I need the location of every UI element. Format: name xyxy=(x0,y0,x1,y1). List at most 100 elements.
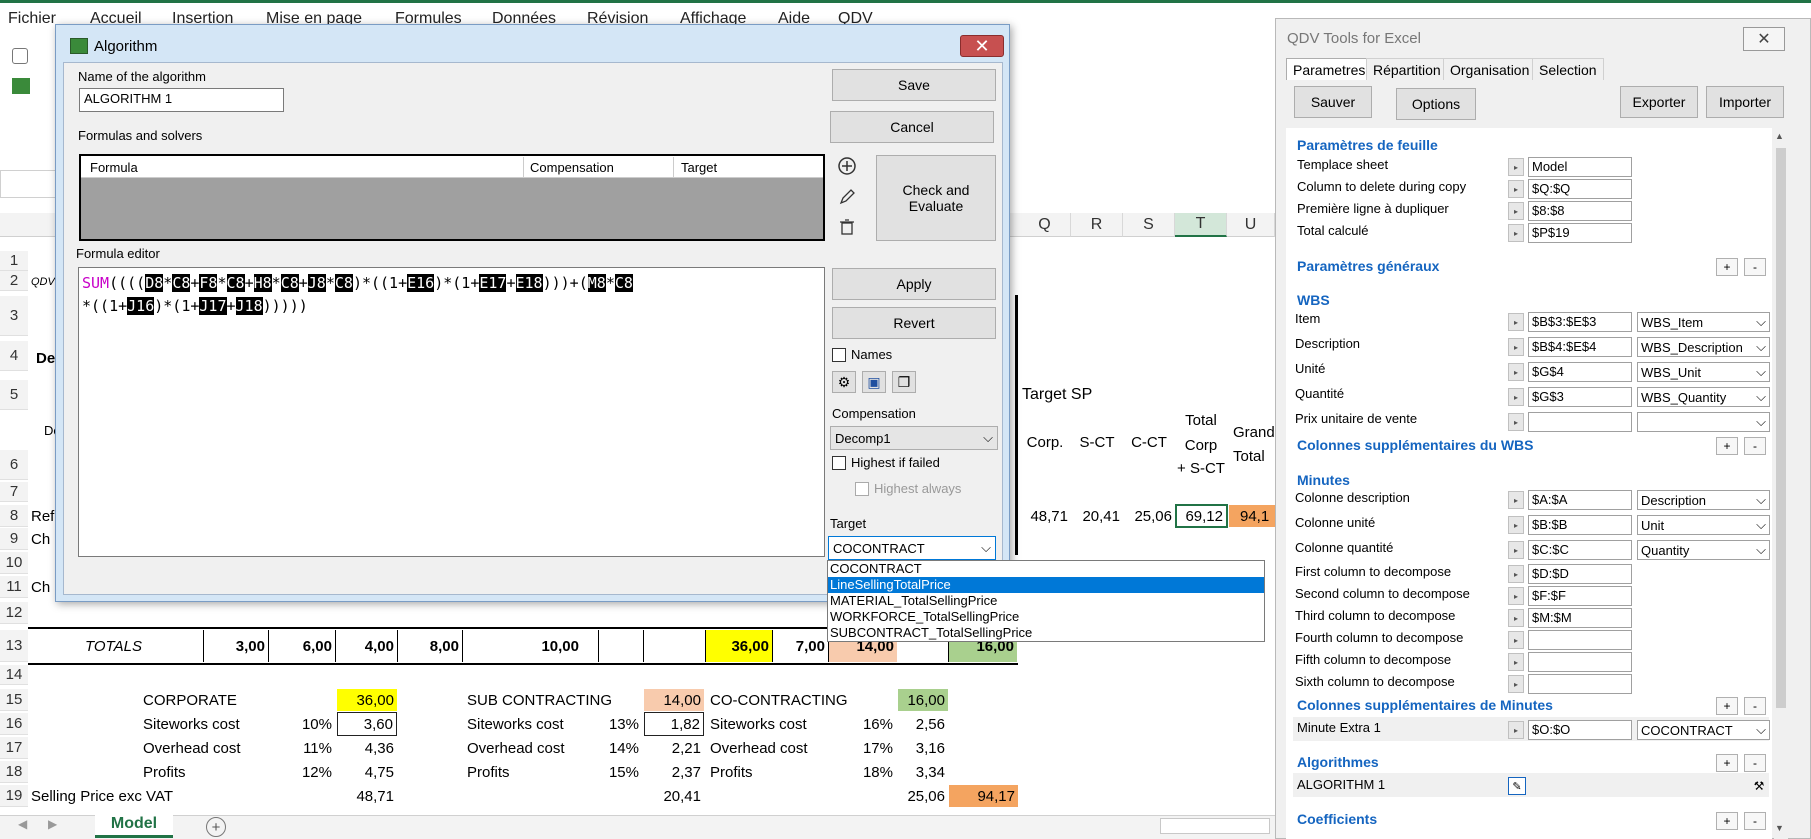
first-decompose-input[interactable]: $D:$D xyxy=(1528,564,1632,584)
horizontal-scrollbar[interactable] xyxy=(1160,818,1270,834)
row-header-19[interactable]: 19 xyxy=(0,785,28,807)
collapse-minus-icon[interactable]: - xyxy=(1744,437,1766,455)
tab-organisation[interactable]: Organisation xyxy=(1443,58,1537,80)
cell-sp-corporate[interactable]: 48,71 xyxy=(337,785,397,807)
cell-overhead-label-2[interactable]: Overhead cost xyxy=(467,737,565,759)
select-range-icon[interactable]: ▸ xyxy=(1508,675,1524,693)
cell-total-k[interactable]: 36,00 xyxy=(705,630,772,662)
select-range-icon[interactable]: ▸ xyxy=(1508,587,1524,605)
template-sheet-input[interactable]: Model xyxy=(1528,157,1632,177)
select-range-icon[interactable]: ▸ xyxy=(1508,631,1524,649)
tab-repartition[interactable]: Répartition xyxy=(1366,58,1448,80)
cell-header-total-1[interactable]: Total xyxy=(1175,410,1227,430)
formula-editor[interactable]: SUM((((D8*C8+F8*C8+H8*C8+J8*C8)*((1+E16)… xyxy=(78,267,825,557)
target-select[interactable]: COCONTRACT ⌵ xyxy=(828,536,996,560)
cell-siteworks-label-2[interactable]: Siteworks cost xyxy=(467,713,564,735)
minutes-quantity-select[interactable]: Quantity ⌵ xyxy=(1637,540,1770,560)
scroll-up-icon[interactable]: ▲ xyxy=(1775,131,1784,141)
row-header-13[interactable]: 13 xyxy=(0,630,28,662)
cell-c-pr-pct[interactable]: 12% xyxy=(268,761,335,783)
select-range-icon[interactable]: ▸ xyxy=(1508,609,1524,627)
cell-c-pr-val[interactable]: 4,75 xyxy=(337,761,397,783)
scroll-right-icon[interactable]: ▶ xyxy=(48,817,57,831)
expand-plus-icon[interactable]: + xyxy=(1716,437,1738,455)
row-header-9[interactable]: 9 xyxy=(0,528,28,550)
select-range-icon[interactable]: ▸ xyxy=(1508,413,1524,431)
cell-total-c[interactable]: 3,00 xyxy=(203,630,268,662)
row-header-5[interactable]: 5 xyxy=(0,380,28,410)
cell-s-sw-pct[interactable]: 13% xyxy=(582,713,642,735)
cell-total-h[interactable]: 10,00 xyxy=(462,630,582,662)
column-header-t[interactable]: T xyxy=(1175,213,1227,237)
algorithm-name[interactable]: ALGORITHM 1 xyxy=(1297,777,1385,792)
wbs-unit-select[interactable]: WBS_Unit ⌵ xyxy=(1637,362,1770,382)
select-range-icon[interactable]: ▸ xyxy=(1508,363,1524,381)
cell-r8-cct[interactable]: 25,06 xyxy=(1123,505,1175,527)
cell-header-grand-1[interactable]: Grand xyxy=(1233,422,1275,442)
cell-r8-corp[interactable]: 48,71 xyxy=(1019,505,1071,527)
highest-always-checkbox[interactable] xyxy=(855,482,869,496)
add-formula-icon[interactable] xyxy=(835,155,859,177)
row-header-8[interactable]: 8 xyxy=(0,505,28,527)
cell-total-e[interactable]: 4,00 xyxy=(335,630,397,662)
cell-sp-subcontract[interactable]: 20,41 xyxy=(644,785,704,807)
cell-r8-grand[interactable]: 94,1 xyxy=(1229,505,1275,527)
algorithm-name-input[interactable]: ALGORITHM 1 xyxy=(79,88,284,112)
row-header-2[interactable]: 2 xyxy=(0,271,28,291)
select-range-icon[interactable]: ▸ xyxy=(1508,158,1524,176)
cell-c-sw-val[interactable]: 3,60 xyxy=(337,712,397,736)
cell-o-oh-pct[interactable]: 17% xyxy=(838,737,896,759)
edit-algorithm-icon[interactable]: ✎ xyxy=(1508,777,1526,795)
tab-parametres[interactable]: Parametres xyxy=(1286,58,1373,80)
cell-header-grand-2[interactable]: Total xyxy=(1233,446,1265,466)
target-option[interactable]: MATERIAL_TotalSellingPrice xyxy=(828,593,1264,609)
row-header-18[interactable]: 18 xyxy=(0,761,28,783)
minutes-quantity-input[interactable]: $C:$C xyxy=(1528,540,1632,560)
select-range-icon[interactable]: ▸ xyxy=(1508,388,1524,406)
wbs-item-input[interactable]: $B$3:$E$3 xyxy=(1528,312,1632,332)
compensation-select[interactable]: Decomp1 ⌵ xyxy=(830,426,998,450)
target-dropdown-list[interactable]: COCONTRACT LineSellingTotalPrice MATERIA… xyxy=(827,560,1265,642)
cell-total-d[interactable]: 6,00 xyxy=(268,630,335,662)
cell-total-f[interactable]: 8,00 xyxy=(397,630,462,662)
fifth-decompose-input[interactable] xyxy=(1528,652,1632,672)
expand-plus-icon[interactable]: + xyxy=(1716,754,1738,772)
cell-siteworks-label[interactable]: Siteworks cost xyxy=(143,713,240,735)
row-header-14[interactable]: 14 xyxy=(0,665,28,685)
minutes-unit-select[interactable]: Unit ⌵ xyxy=(1637,515,1770,535)
fourth-decompose-input[interactable] xyxy=(1528,630,1632,650)
cell-sp-total[interactable]: 94,17 xyxy=(949,785,1018,807)
copy-icon[interactable]: ▣ xyxy=(862,371,886,393)
row-header-6[interactable]: 6 xyxy=(0,450,28,480)
cell-c-oh-pct[interactable]: 11% xyxy=(268,737,335,759)
row-header-3[interactable]: 3 xyxy=(0,296,28,336)
first-line-input[interactable]: $8:$8 xyxy=(1528,201,1632,221)
scroll-down-icon[interactable]: ▼ xyxy=(1775,823,1784,833)
edit-formula-icon[interactable] xyxy=(835,186,859,208)
cell-sp-cocontract[interactable]: 25,06 xyxy=(888,785,948,807)
cell-r8-total-selected[interactable]: 69,12 xyxy=(1175,504,1228,528)
ribbon-tab-fichier[interactable]: Fichier xyxy=(8,10,56,28)
select-range-icon[interactable]: ▸ xyxy=(1508,180,1524,198)
scroll-left-icon[interactable]: ◀ xyxy=(18,817,27,831)
select-range-icon[interactable]: ▸ xyxy=(1508,721,1524,739)
qdv-logo-icon[interactable] xyxy=(12,78,30,94)
sixth-decompose-input[interactable] xyxy=(1528,674,1632,694)
target-option[interactable]: SUBCONTRACT_TotalSellingPrice xyxy=(828,625,1264,641)
close-icon[interactable]: ✕ xyxy=(960,35,1004,57)
apply-button[interactable]: Apply xyxy=(832,268,996,300)
wbs-unit-input[interactable]: $G$4 xyxy=(1528,362,1632,382)
save-button[interactable]: Save xyxy=(832,69,996,101)
cell-selling-price-label[interactable]: Selling Price exc VAT xyxy=(31,785,173,807)
settings-gear-icon[interactable]: ⚙ xyxy=(832,371,856,393)
row-header-12[interactable]: 12 xyxy=(0,602,28,624)
row-header-17[interactable]: 17 xyxy=(0,737,28,759)
cell-corporate[interactable]: CORPORATE xyxy=(143,689,237,711)
cell-profits-label-2[interactable]: Profits xyxy=(467,761,510,783)
cell-s-oh-pct[interactable]: 14% xyxy=(582,737,642,759)
cell-overhead-label-3[interactable]: Overhead cost xyxy=(710,737,808,759)
select-range-icon[interactable]: ▸ xyxy=(1508,516,1524,534)
importer-button[interactable]: Importer xyxy=(1706,86,1784,118)
wbs-unit-price-select[interactable]: ⌵ xyxy=(1637,412,1770,432)
cell-o-pr-pct[interactable]: 18% xyxy=(838,761,896,783)
